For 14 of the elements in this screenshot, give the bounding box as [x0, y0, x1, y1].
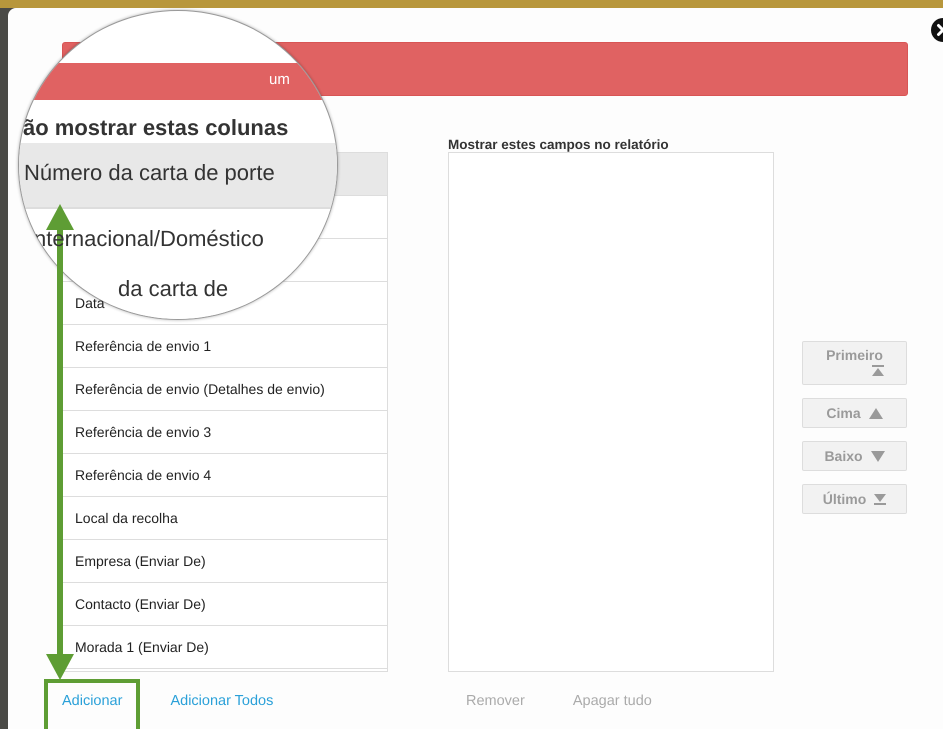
magnified-text: da carta de	[118, 276, 228, 302]
row-label: Local da recolha	[75, 510, 178, 526]
list-heading: Mostrar estes campos no relatório	[448, 136, 670, 152]
row-label: Referência de envio 4	[75, 467, 212, 483]
row-label: Referência de envio 3	[75, 424, 212, 440]
row-label: Referência de envio (Detalhes de envio)	[75, 381, 325, 397]
row-label: Data	[75, 295, 105, 311]
row-label: Empresa (Enviar De)	[75, 553, 206, 569]
banner-text: um	[269, 71, 290, 88]
row-label: Contacto (Enviar De)	[75, 596, 206, 612]
row-label: Referência de envio 1	[75, 338, 212, 354]
row-label: Morada 1 (Enviar De)	[75, 639, 209, 655]
magnified-text: Número da carta de porte	[24, 160, 275, 186]
magnified-heading: ão mostrar estas colunas	[23, 115, 288, 141]
